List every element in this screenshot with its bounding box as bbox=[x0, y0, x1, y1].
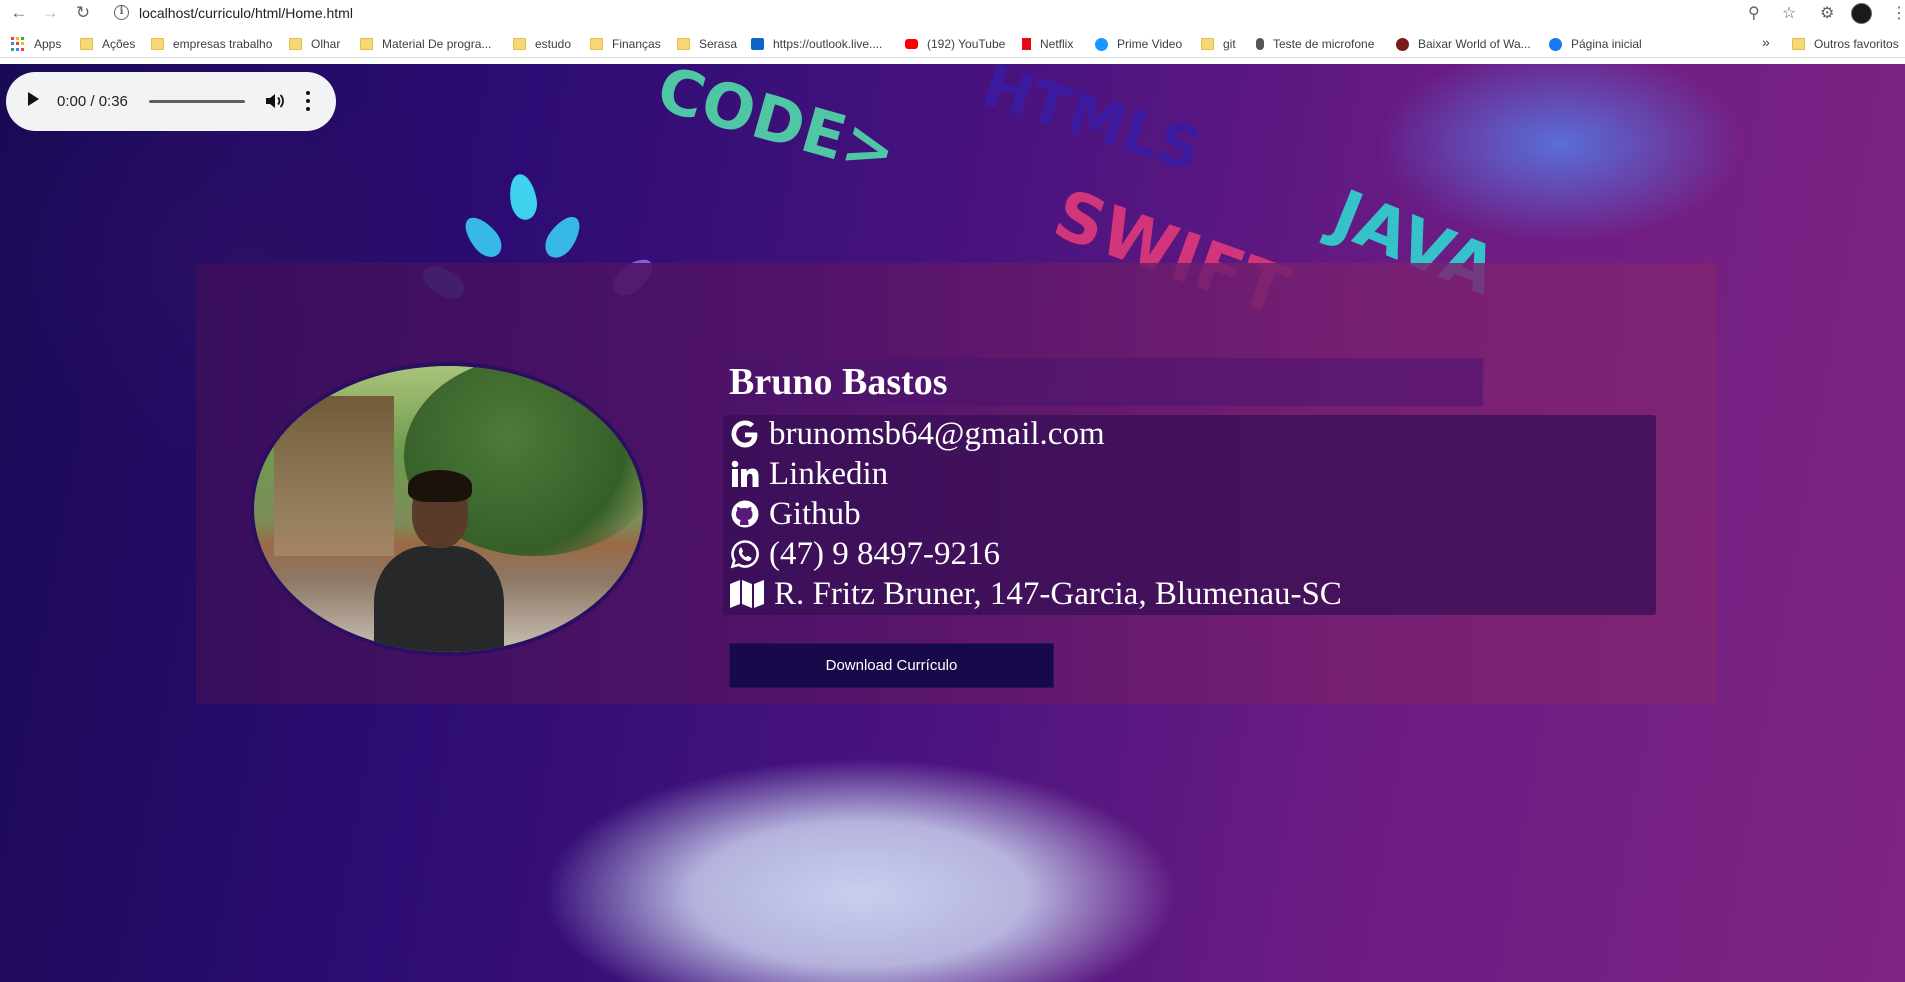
youtube-icon bbox=[905, 39, 918, 49]
bookmark-star-icon[interactable]: ☆ bbox=[1782, 3, 1796, 23]
folder-icon bbox=[1201, 38, 1214, 50]
contact-whatsapp[interactable]: (47) 9 8497-9216 bbox=[729, 534, 1000, 574]
extensions-icon[interactable]: ⚙ bbox=[1820, 3, 1834, 23]
zoom-icon[interactable]: ⚲ bbox=[1748, 3, 1760, 23]
bookmark-acoes[interactable]: Ações bbox=[80, 37, 135, 51]
contact-linkedin[interactable]: Linkedin bbox=[729, 454, 888, 494]
linkedin-icon bbox=[729, 459, 760, 490]
bookmark-pagina-inicial[interactable]: Página inicial bbox=[1549, 37, 1642, 51]
google-icon bbox=[729, 419, 760, 450]
bg-word-html: HTMLS bbox=[974, 64, 1210, 186]
bookmark-world-of-warcraft[interactable]: Baixar World of Wa... bbox=[1396, 37, 1531, 51]
audio-time: 0:00 / 0:36 bbox=[57, 93, 128, 110]
forward-arrow-icon[interactable]: → bbox=[39, 2, 61, 24]
folder-icon bbox=[80, 38, 93, 50]
bookmark-olhar[interactable]: Olhar bbox=[289, 37, 340, 51]
browser-menu-icon[interactable]: ⋮ bbox=[1891, 3, 1905, 23]
bookmarks-bar: Apps Ações empresas trabalho Olhar Mater… bbox=[0, 31, 1905, 58]
bookmark-youtube[interactable]: (192) YouTube bbox=[905, 37, 1005, 51]
back-arrow-icon[interactable]: ← bbox=[8, 2, 30, 24]
bookmark-teste-microfone[interactable]: Teste de microfone bbox=[1256, 37, 1374, 51]
reload-icon[interactable]: ↻ bbox=[72, 2, 94, 24]
profile-name: Bruno Bastos bbox=[729, 361, 948, 403]
volume-icon[interactable] bbox=[263, 90, 285, 112]
bookmark-empresas-trabalho[interactable]: empresas trabalho bbox=[151, 37, 272, 51]
folder-icon bbox=[289, 38, 302, 50]
wow-icon bbox=[1396, 37, 1409, 51]
bookmark-apps[interactable]: Apps bbox=[11, 37, 61, 51]
folder-icon bbox=[677, 38, 690, 50]
site-info-icon[interactable]: i bbox=[114, 5, 129, 20]
audio-more-icon[interactable] bbox=[306, 91, 310, 111]
contact-email[interactable]: brunomsb64@gmail.com bbox=[729, 414, 1105, 454]
bookmark-estudo[interactable]: estudo bbox=[513, 37, 571, 51]
browser-toolbar: ← → ↻ i localhost/curriculo/html/Home.ht… bbox=[0, 0, 1905, 27]
contact-github[interactable]: Github bbox=[729, 494, 861, 534]
bg-leaf bbox=[539, 210, 587, 264]
whatsapp-icon bbox=[729, 539, 760, 570]
address-bar[interactable]: localhost/curriculo/html/Home.html bbox=[139, 5, 353, 21]
profile-photo bbox=[250, 362, 647, 656]
map-icon bbox=[729, 579, 765, 610]
folder-icon bbox=[513, 38, 526, 50]
folder-icon bbox=[1792, 38, 1805, 50]
outlook-icon bbox=[751, 38, 764, 50]
facebook-icon bbox=[1549, 37, 1562, 51]
profile-avatar[interactable] bbox=[1851, 3, 1872, 24]
bookmark-material[interactable]: Material De progra... bbox=[360, 37, 491, 51]
bg-word-code: CODE> bbox=[649, 64, 905, 190]
bookmark-outlook[interactable]: https://outlook.live.... bbox=[751, 37, 882, 51]
netflix-icon bbox=[1022, 38, 1031, 50]
github-icon bbox=[729, 499, 760, 530]
bookmark-outros-favoritos[interactable]: Outros favoritos bbox=[1792, 37, 1899, 51]
audio-progress-slider[interactable] bbox=[149, 100, 245, 103]
contact-address: R. Fritz Bruner, 147-Garcia, Blumenau-SC bbox=[729, 574, 1342, 614]
play-icon[interactable] bbox=[28, 92, 39, 106]
apps-grid-icon bbox=[11, 37, 25, 51]
bookmark-prime-video[interactable]: Prime Video bbox=[1095, 37, 1182, 51]
download-curriculo-button[interactable]: Download Currículo bbox=[729, 643, 1054, 688]
bg-leaf bbox=[506, 172, 540, 222]
folder-icon bbox=[590, 38, 603, 50]
bg-leaf bbox=[458, 211, 508, 263]
prime-video-icon bbox=[1095, 37, 1108, 51]
folder-icon bbox=[360, 38, 373, 50]
bookmarks-overflow-button[interactable]: » bbox=[1762, 34, 1770, 50]
bookmark-financas[interactable]: Finanças bbox=[590, 37, 661, 51]
bookmark-netflix[interactable]: Netflix bbox=[1022, 37, 1073, 51]
bookmark-git[interactable]: git bbox=[1201, 37, 1236, 51]
audio-player[interactable]: 0:00 / 0:36 bbox=[6, 72, 336, 131]
bookmark-serasa[interactable]: Serasa bbox=[677, 37, 737, 51]
microphone-icon bbox=[1256, 38, 1264, 50]
folder-icon bbox=[151, 38, 164, 50]
